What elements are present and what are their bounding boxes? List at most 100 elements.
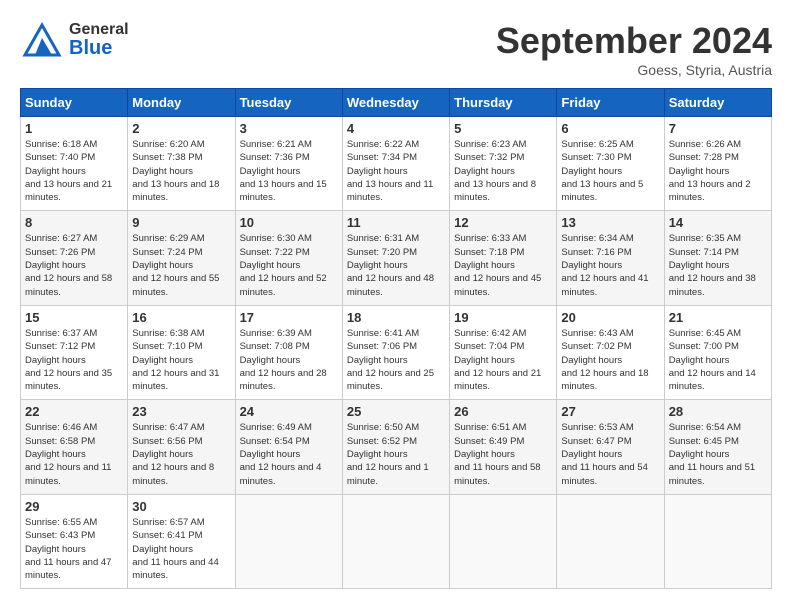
table-row: 4 Sunrise: 6:22 AMSunset: 7:34 PMDayligh… (342, 117, 449, 211)
day-number: 29 (25, 499, 123, 514)
table-row: 29 Sunrise: 6:55 AMSunset: 6:43 PMDaylig… (21, 494, 128, 588)
logo-text: General Blue (69, 22, 129, 58)
table-row: 25 Sunrise: 6:50 AMSunset: 6:52 PMDaylig… (342, 400, 449, 494)
cell-content: Sunrise: 6:46 AMSunset: 6:58 PMDaylight … (25, 422, 111, 486)
table-row: 30 Sunrise: 6:57 AMSunset: 6:41 PMDaylig… (128, 494, 235, 588)
cell-content: Sunrise: 6:35 AMSunset: 7:14 PMDaylight … (669, 233, 756, 297)
header-thursday: Thursday (450, 89, 557, 117)
header-tuesday: Tuesday (235, 89, 342, 117)
table-row: 9 Sunrise: 6:29 AMSunset: 7:24 PMDayligh… (128, 211, 235, 305)
day-number: 15 (25, 310, 123, 325)
table-row: 5 Sunrise: 6:23 AMSunset: 7:32 PMDayligh… (450, 117, 557, 211)
calendar-row: 1 Sunrise: 6:18 AMSunset: 7:40 PMDayligh… (21, 117, 772, 211)
table-row: 10 Sunrise: 6:30 AMSunset: 7:22 PMDaylig… (235, 211, 342, 305)
day-number: 5 (454, 121, 552, 136)
table-row: 13 Sunrise: 6:34 AMSunset: 7:16 PMDaylig… (557, 211, 664, 305)
day-number: 25 (347, 404, 445, 419)
table-row: 2 Sunrise: 6:20 AMSunset: 7:38 PMDayligh… (128, 117, 235, 211)
table-row: 18 Sunrise: 6:41 AMSunset: 7:06 PMDaylig… (342, 305, 449, 399)
cell-content: Sunrise: 6:25 AMSunset: 7:30 PMDaylight … (561, 139, 643, 203)
header-monday: Monday (128, 89, 235, 117)
table-row: 27 Sunrise: 6:53 AMSunset: 6:47 PMDaylig… (557, 400, 664, 494)
day-number: 19 (454, 310, 552, 325)
day-number: 20 (561, 310, 659, 325)
logo: General Blue (20, 20, 129, 60)
table-row: 6 Sunrise: 6:25 AMSunset: 7:30 PMDayligh… (557, 117, 664, 211)
table-row: 28 Sunrise: 6:54 AMSunset: 6:45 PMDaylig… (664, 400, 771, 494)
cell-content: Sunrise: 6:55 AMSunset: 6:43 PMDaylight … (25, 517, 111, 581)
table-row: 16 Sunrise: 6:38 AMSunset: 7:10 PMDaylig… (128, 305, 235, 399)
calendar-row: 29 Sunrise: 6:55 AMSunset: 6:43 PMDaylig… (21, 494, 772, 588)
header-saturday: Saturday (664, 89, 771, 117)
day-number: 13 (561, 215, 659, 230)
cell-content: Sunrise: 6:33 AMSunset: 7:18 PMDaylight … (454, 233, 541, 297)
cell-content: Sunrise: 6:37 AMSunset: 7:12 PMDaylight … (25, 328, 112, 392)
cell-content: Sunrise: 6:49 AMSunset: 6:54 PMDaylight … (240, 422, 322, 486)
cell-content: Sunrise: 6:38 AMSunset: 7:10 PMDaylight … (132, 328, 219, 392)
day-number: 24 (240, 404, 338, 419)
table-row (664, 494, 771, 588)
day-number: 11 (347, 215, 445, 230)
table-row: 24 Sunrise: 6:49 AMSunset: 6:54 PMDaylig… (235, 400, 342, 494)
cell-content: Sunrise: 6:31 AMSunset: 7:20 PMDaylight … (347, 233, 434, 297)
cell-content: Sunrise: 6:54 AMSunset: 6:45 PMDaylight … (669, 422, 755, 486)
cell-content: Sunrise: 6:20 AMSunset: 7:38 PMDaylight … (132, 139, 219, 203)
day-number: 23 (132, 404, 230, 419)
cell-content: Sunrise: 6:43 AMSunset: 7:02 PMDaylight … (561, 328, 648, 392)
table-row (557, 494, 664, 588)
day-number: 27 (561, 404, 659, 419)
cell-content: Sunrise: 6:23 AMSunset: 7:32 PMDaylight … (454, 139, 536, 203)
table-row (450, 494, 557, 588)
day-number: 1 (25, 121, 123, 136)
day-number: 16 (132, 310, 230, 325)
day-number: 3 (240, 121, 338, 136)
cell-content: Sunrise: 6:39 AMSunset: 7:08 PMDaylight … (240, 328, 327, 392)
table-row (235, 494, 342, 588)
calendar-row: 22 Sunrise: 6:46 AMSunset: 6:58 PMDaylig… (21, 400, 772, 494)
day-number: 22 (25, 404, 123, 419)
table-row: 19 Sunrise: 6:42 AMSunset: 7:04 PMDaylig… (450, 305, 557, 399)
cell-content: Sunrise: 6:57 AMSunset: 6:41 PMDaylight … (132, 517, 218, 581)
table-row: 3 Sunrise: 6:21 AMSunset: 7:36 PMDayligh… (235, 117, 342, 211)
table-row: 12 Sunrise: 6:33 AMSunset: 7:18 PMDaylig… (450, 211, 557, 305)
cell-content: Sunrise: 6:18 AMSunset: 7:40 PMDaylight … (25, 139, 112, 203)
header-friday: Friday (557, 89, 664, 117)
cell-content: Sunrise: 6:47 AMSunset: 6:56 PMDaylight … (132, 422, 214, 486)
cell-content: Sunrise: 6:45 AMSunset: 7:00 PMDaylight … (669, 328, 756, 392)
cell-content: Sunrise: 6:21 AMSunset: 7:36 PMDaylight … (240, 139, 327, 203)
table-row: 8 Sunrise: 6:27 AMSunset: 7:26 PMDayligh… (21, 211, 128, 305)
table-row: 22 Sunrise: 6:46 AMSunset: 6:58 PMDaylig… (21, 400, 128, 494)
day-number: 6 (561, 121, 659, 136)
title-block: September 2024 Goess, Styria, Austria (496, 20, 772, 78)
day-number: 17 (240, 310, 338, 325)
logo-general: General (69, 22, 129, 38)
day-number: 30 (132, 499, 230, 514)
table-row: 21 Sunrise: 6:45 AMSunset: 7:00 PMDaylig… (664, 305, 771, 399)
day-number: 4 (347, 121, 445, 136)
header-sunday: Sunday (21, 89, 128, 117)
cell-content: Sunrise: 6:42 AMSunset: 7:04 PMDaylight … (454, 328, 541, 392)
logo-blue: Blue (69, 38, 129, 58)
day-number: 28 (669, 404, 767, 419)
cell-content: Sunrise: 6:53 AMSunset: 6:47 PMDaylight … (561, 422, 647, 486)
cell-content: Sunrise: 6:29 AMSunset: 7:24 PMDaylight … (132, 233, 219, 297)
cell-content: Sunrise: 6:22 AMSunset: 7:34 PMDaylight … (347, 139, 433, 203)
table-row: 17 Sunrise: 6:39 AMSunset: 7:08 PMDaylig… (235, 305, 342, 399)
cell-content: Sunrise: 6:26 AMSunset: 7:28 PMDaylight … (669, 139, 751, 203)
table-row (342, 494, 449, 588)
table-row: 14 Sunrise: 6:35 AMSunset: 7:14 PMDaylig… (664, 211, 771, 305)
day-number: 21 (669, 310, 767, 325)
cell-content: Sunrise: 6:27 AMSunset: 7:26 PMDaylight … (25, 233, 112, 297)
month-title: September 2024 (496, 20, 772, 62)
header-wednesday: Wednesday (342, 89, 449, 117)
day-number: 18 (347, 310, 445, 325)
logo-icon (20, 20, 65, 60)
day-number: 9 (132, 215, 230, 230)
table-row: 26 Sunrise: 6:51 AMSunset: 6:49 PMDaylig… (450, 400, 557, 494)
cell-content: Sunrise: 6:50 AMSunset: 6:52 PMDaylight … (347, 422, 429, 486)
day-number: 14 (669, 215, 767, 230)
table-row: 11 Sunrise: 6:31 AMSunset: 7:20 PMDaylig… (342, 211, 449, 305)
cell-content: Sunrise: 6:34 AMSunset: 7:16 PMDaylight … (561, 233, 648, 297)
table-row: 20 Sunrise: 6:43 AMSunset: 7:02 PMDaylig… (557, 305, 664, 399)
table-row: 1 Sunrise: 6:18 AMSunset: 7:40 PMDayligh… (21, 117, 128, 211)
